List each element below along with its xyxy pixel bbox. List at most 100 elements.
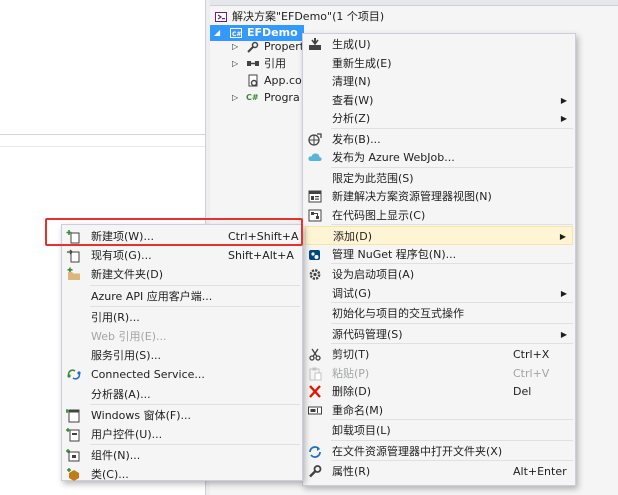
connected-service-icon (66, 367, 82, 382)
submenu-arrow-icon: ▶ (560, 288, 567, 298)
menu-item-label: 设为启动项目(A) (332, 268, 415, 281)
menu-item-用户控件[interactable]: 用户控件(U)... (64, 425, 300, 444)
menu-item-label: 粘贴(P) (332, 366, 370, 380)
expand-arrow-icon[interactable]: ▷ (232, 56, 242, 72)
menu-item-label: 服务引用(S)... (91, 349, 162, 363)
solution-icon (214, 10, 228, 24)
publish-icon (307, 132, 323, 147)
menu-item-azure-api-应用客户端[interactable]: Azure API 应用客户端... (64, 287, 300, 306)
class-icon (66, 467, 82, 482)
menu-item-label: 查看(W) (332, 93, 374, 107)
menu-item-新建文件夹[interactable]: 新建文件夹(D) (64, 265, 300, 284)
solution-node[interactable]: 解决方案"EFDemo"(1 个项目) (210, 9, 618, 25)
menu-item-在文件资源管理器中打开文件夹[interactable]: 在文件资源管理器中打开文件夹(X) (305, 442, 573, 461)
menu-item-设为启动项目[interactable]: 设为启动项目(A) (305, 265, 573, 284)
expand-arrow-icon[interactable]: ▷ (232, 39, 242, 55)
wrench-icon (307, 464, 323, 479)
menu-item-label: 管理 NuGet 程序包(N)... (332, 247, 457, 261)
references-icon (246, 57, 260, 71)
menu-item-引用[interactable]: 引用(R)... (64, 308, 300, 327)
menu-separator (90, 305, 300, 307)
tree-node[interactable]: ▷ C# Progra (210, 90, 304, 106)
menu-item-初始化与项目的交互式操作[interactable]: 初始化与项目的交互式操作 (305, 304, 573, 323)
menu-item-发布[interactable]: 发布(B)... (305, 130, 573, 149)
menu-item-限定为此范围[interactable]: 限定为此范围(S) (305, 169, 573, 188)
tree-node-label: Propert (264, 40, 305, 53)
menu-item-服务引用[interactable]: 服务引用(S)... (64, 346, 300, 365)
menu-separator (90, 403, 300, 405)
menu-separator (331, 419, 573, 420)
menu-item-重新生成[interactable]: 重新生成(E) (305, 54, 573, 73)
properties-icon (246, 40, 260, 54)
menu-item-管理-nuget-程序包[interactable]: 管理 NuGet 程序包(N)... (305, 245, 573, 264)
menu-item-发布为-azure-webjob[interactable]: 发布为 Azure WebJob... (305, 148, 573, 167)
scissors-icon (307, 347, 323, 362)
menu-item-add[interactable]: 添加(D) ▶ (305, 226, 573, 245)
menu-item-现有项[interactable]: 现有项(G)... Shift+Alt+A (64, 246, 300, 265)
menu-item-类[interactable]: 类(C)... (64, 465, 300, 484)
menu-item-查看[interactable]: 查看(W) ▶ (305, 91, 573, 110)
menu-separator (331, 263, 573, 264)
menu-item-删除[interactable]: 删除(D) Del (305, 382, 573, 401)
menu-item-重命名[interactable]: 重命名(M) (305, 401, 573, 420)
menu-item-调试[interactable]: 调试(G) ▶ (305, 284, 573, 303)
csharp-project-icon: C# (229, 26, 243, 40)
menu-item-剪切[interactable]: 剪切(T) Ctrl+X (305, 345, 573, 364)
menu-item-分析器[interactable]: 分析器(A)... (64, 385, 300, 404)
menu-item-label: 组件(N)... (91, 449, 141, 463)
menu-item-清理[interactable]: 清理(N) (305, 72, 573, 91)
solution-label: 解决方案"EFDemo"(1 个项目) (232, 10, 385, 23)
delete-x-icon (307, 384, 323, 399)
highlight-callout (45, 218, 303, 246)
menu-item-label: 属性(R) (332, 465, 371, 478)
menu-item-组件[interactable]: 组件(N)... (64, 446, 300, 465)
tree-node[interactable]: ▷ 引用 (210, 56, 304, 72)
new-view-icon (307, 189, 323, 204)
menu-item-web-引用: Web 引用(E)... (64, 327, 300, 346)
menu-item-shortcut: Shift+Alt+A (228, 249, 294, 263)
tree-node[interactable]: ▷ Propert (210, 39, 304, 55)
menu-item-卸载项目[interactable]: 卸载项目(L) (305, 421, 573, 440)
menu-item-label: 卸载项目(L) (332, 424, 391, 437)
editor-divider (0, 146, 205, 147)
menu-item-shortcut: Ctrl+X (513, 348, 550, 361)
menu-item-在代码图上显示[interactable]: 在代码图上显示(C) (305, 206, 573, 225)
menu-separator (331, 302, 573, 303)
menu-separator (331, 166, 573, 168)
rename-icon (307, 403, 323, 418)
menu-item-label: 初始化与项目的交互式操作 (332, 307, 464, 320)
menu-item-connected-service[interactable]: Connected Service... (64, 365, 300, 384)
menu-item-windows-窗体[interactable]: Windows 窗体(F)... (64, 406, 300, 425)
menu-separator (331, 322, 573, 324)
component-icon (66, 448, 82, 463)
submenu-arrow-icon: ▶ (560, 329, 567, 339)
menu-item-shortcut: Ctrl+V (513, 366, 550, 380)
menu-item-分析[interactable]: 分析(Z) ▶ (305, 109, 573, 128)
menu-item-shortcut: Del (513, 385, 532, 398)
menu-item-label: 新建解决方案资源管理器视图(N) (332, 190, 492, 203)
menu-separator (331, 439, 573, 441)
project-context-menu: 生成(U) 重新生成(E) 清理(N) 查看(W) ▶ 分析(Z) ▶ 发布(B)... 发布为… (302, 33, 576, 486)
existing-item-icon (66, 248, 82, 263)
add-submenu: 新建项(W)... Ctrl+Shift+A 现有项(G)... Shift+Alt+… (61, 224, 303, 484)
submenu-arrow-icon: ▶ (560, 114, 567, 123)
windows-form-icon (65, 408, 82, 423)
code-map-icon (307, 208, 323, 223)
cloud-icon (307, 150, 323, 165)
menu-item-label: 重新生成(E) (332, 56, 392, 70)
menu-item-label: 在代码图上显示(C) (332, 208, 426, 222)
menu-item-源代码管理[interactable]: 源代码管理(S) ▶ (305, 325, 573, 344)
menu-item-生成[interactable]: 生成(U) (305, 35, 573, 54)
menu-separator (331, 460, 573, 461)
expand-arrow-icon[interactable]: ▷ (232, 90, 242, 106)
tree-node-label: App.co (264, 74, 302, 87)
startup-gear-icon (307, 267, 323, 282)
menu-item-新建解决方案资源管理器视图[interactable]: 新建解决方案资源管理器视图(N) (305, 187, 573, 206)
menu-item-label: 删除(D) (332, 385, 372, 398)
menu-item-label: 现有项(G)... (91, 249, 152, 263)
menu-separator (90, 444, 300, 446)
menu-item-label: Connected Service... (91, 368, 205, 382)
tree-node[interactable]: App.co (210, 73, 304, 89)
new-folder-icon (66, 267, 82, 282)
menu-item-属性[interactable]: 属性(R) Alt+Enter (305, 462, 573, 481)
